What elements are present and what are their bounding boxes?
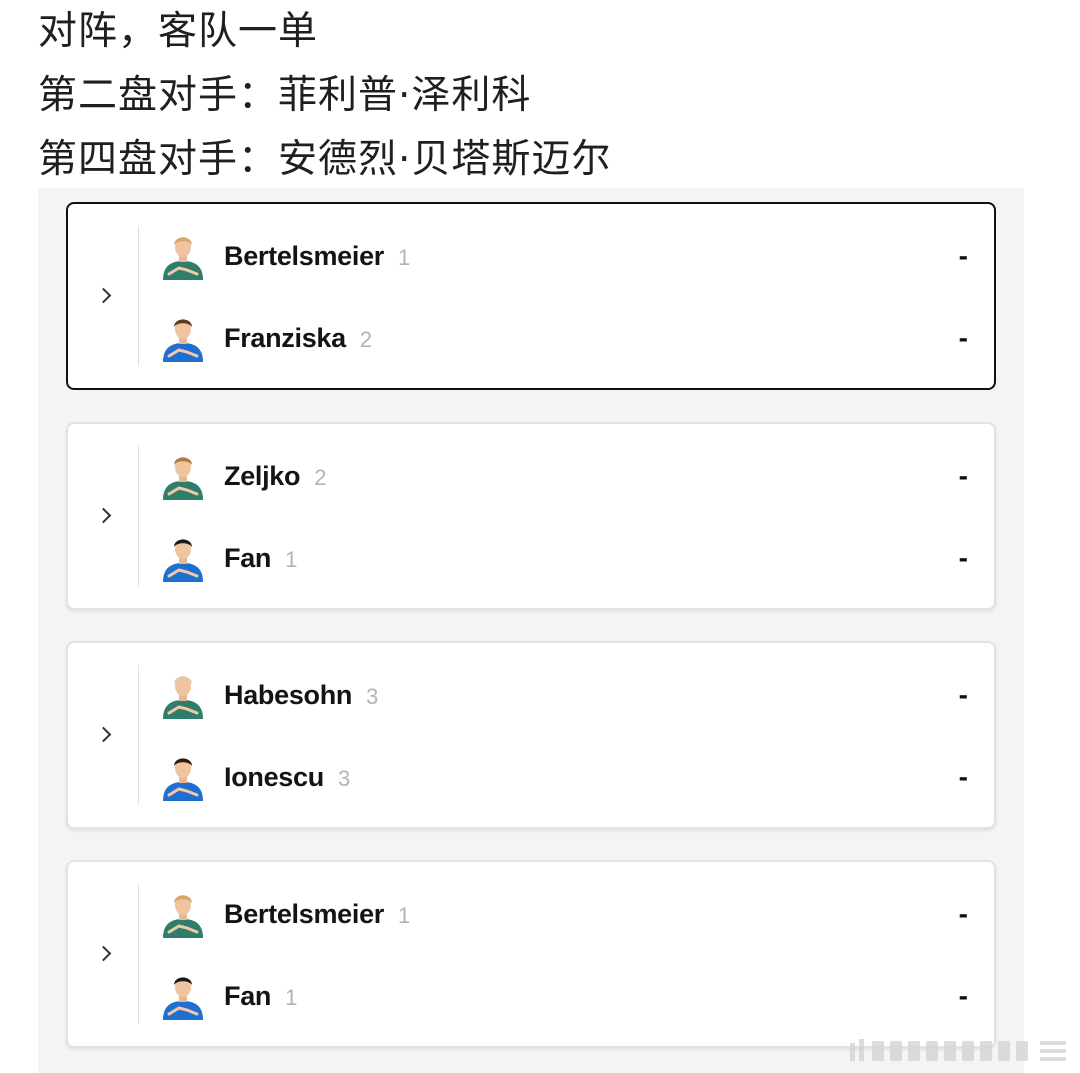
player-name-text: Bertelsmeier — [224, 241, 384, 271]
player-avatar-icon — [163, 676, 203, 719]
chevron-right-icon — [95, 507, 112, 524]
player-score: - — [958, 898, 968, 929]
player-name-text: Habesohn — [224, 680, 353, 710]
player-score: - — [958, 761, 968, 792]
player-seed: 1 — [285, 985, 298, 1010]
match-list-panel: Bertelsmeier 1 - Franziska 2 - Zeljko 2 - F… — [38, 188, 1024, 1073]
player-name: Fan 1 — [224, 528, 297, 590]
player-score: - — [958, 679, 968, 710]
player-score: - — [958, 460, 968, 491]
divider — [138, 446, 139, 586]
away-player-row: Fan 1 - — [160, 528, 994, 588]
expand-match-button[interactable] — [68, 204, 138, 388]
player-score: - — [958, 980, 968, 1011]
match-card[interactable]: Habesohn 3 - Ionescu 3 - — [66, 641, 996, 829]
post-text-line-1: 对阵，客队一单 — [38, 9, 319, 54]
home-player-row: Habesohn 3 - — [160, 665, 994, 725]
player-name: Ionescu 3 — [224, 747, 350, 809]
chevron-right-icon — [95, 287, 112, 304]
player-avatar-icon — [163, 895, 203, 938]
expand-match-button[interactable] — [68, 862, 138, 1046]
player-seed: 1 — [285, 547, 298, 572]
player-seed: 2 — [314, 465, 327, 490]
player-seed: 3 — [366, 684, 379, 709]
player-seed: 1 — [398, 903, 411, 928]
home-player-row: Bertelsmeier 1 - — [160, 884, 994, 944]
player-score: - — [958, 322, 968, 353]
player-avatar-icon — [163, 977, 203, 1020]
divider — [138, 665, 139, 805]
watermark-icon — [850, 1039, 1066, 1061]
player-name-text: Zeljko — [224, 461, 301, 491]
player-name-text: Bertelsmeier — [224, 899, 384, 929]
divider — [138, 884, 139, 1024]
player-score: - — [958, 542, 968, 573]
player-avatar-icon — [163, 457, 203, 500]
player-name: Bertelsmeier 1 — [224, 226, 410, 288]
post-text-line-2: 第二盘对手：菲利普·泽利科 — [38, 73, 532, 118]
home-player-row: Bertelsmeier 1 - — [160, 226, 994, 286]
divider — [138, 226, 139, 366]
player-name-text: Fan — [224, 981, 272, 1011]
away-player-row: Franziska 2 - — [160, 308, 994, 368]
player-name: Fan 1 — [224, 966, 297, 1028]
away-player-row: Ionescu 3 - — [160, 747, 994, 807]
player-avatar-icon — [163, 237, 203, 280]
match-card[interactable]: Bertelsmeier 1 - Fan 1 - — [66, 860, 996, 1048]
player-name-text: Ionescu — [224, 762, 324, 792]
post-text: 对阵，客队一单 第二盘对手：菲利普·泽利科 第四盘对手：安德烈·贝塔斯迈尔 — [38, 0, 611, 192]
player-name-text: Franziska — [224, 323, 346, 353]
home-player-row: Zeljko 2 - — [160, 446, 994, 506]
player-seed: 1 — [398, 245, 411, 270]
player-seed: 3 — [337, 766, 351, 791]
player-score: - — [958, 240, 968, 271]
chevron-right-icon — [95, 945, 112, 962]
player-avatar-icon — [163, 319, 203, 362]
match-card[interactable]: Zeljko 2 - Fan 1 - — [66, 422, 996, 610]
post-text-line-3: 第四盘对手：安德烈·贝塔斯迈尔 — [38, 137, 612, 182]
match-card[interactable]: Bertelsmeier 1 - Franziska 2 - — [66, 202, 996, 390]
away-player-row: Fan 1 - — [160, 966, 994, 1026]
player-avatar-icon — [163, 758, 203, 801]
player-avatar-icon — [163, 539, 203, 582]
player-name: Zeljko 2 — [224, 446, 326, 508]
expand-match-button[interactable] — [68, 424, 138, 608]
player-seed: 2 — [359, 327, 373, 352]
player-name: Bertelsmeier 1 — [224, 884, 410, 946]
player-name: Franziska 2 — [224, 308, 372, 370]
player-name-text: Fan — [224, 543, 272, 573]
expand-match-button[interactable] — [68, 643, 138, 827]
player-name: Habesohn 3 — [224, 665, 378, 727]
chevron-right-icon — [95, 726, 112, 743]
